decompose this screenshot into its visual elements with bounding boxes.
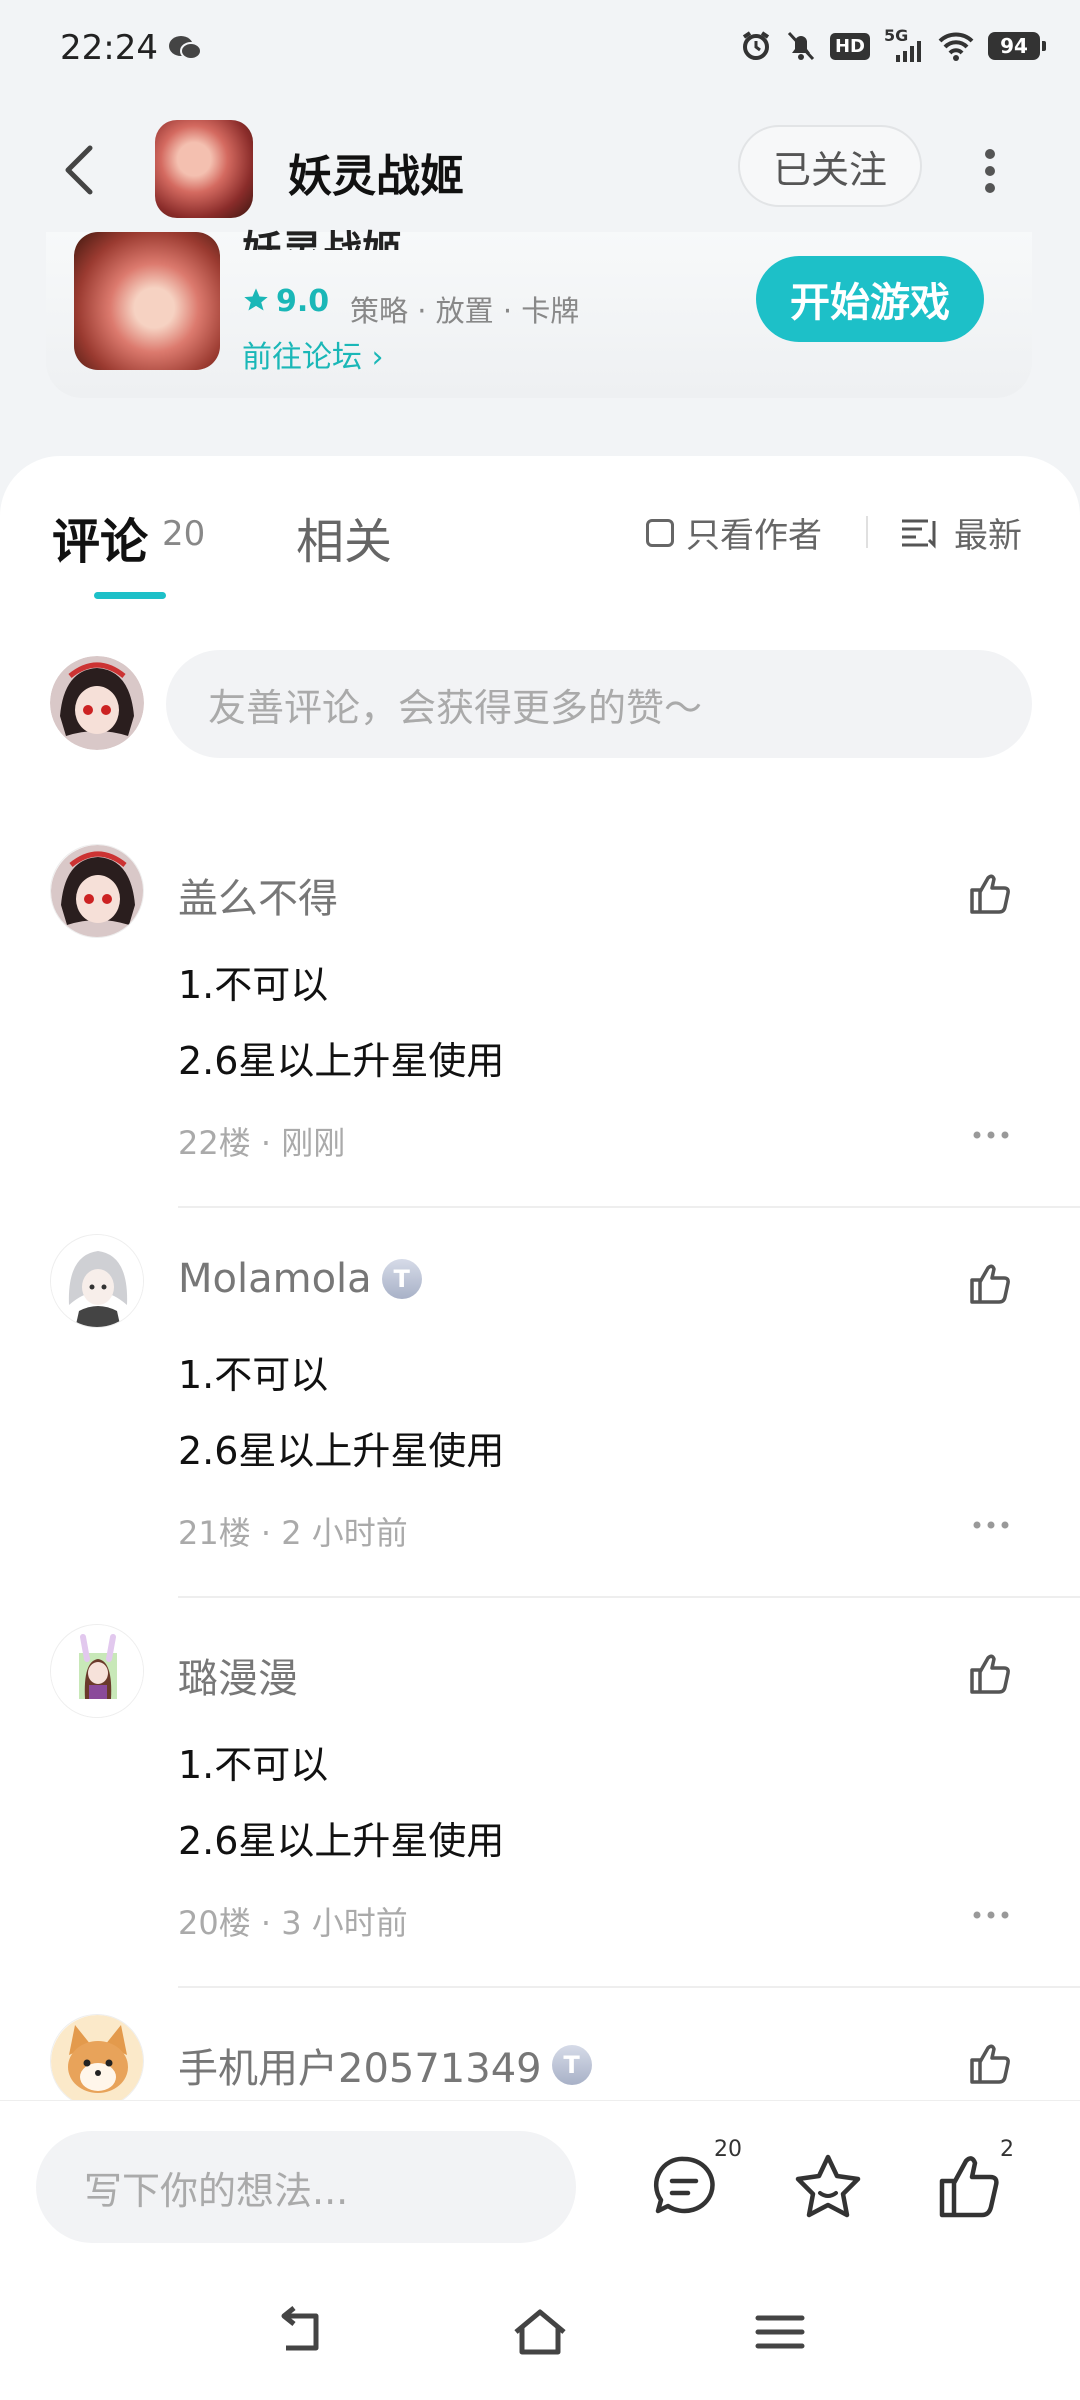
wifi-icon (938, 32, 974, 61)
comment-divider (178, 1206, 1080, 1208)
hd-icon: HD (829, 32, 870, 60)
comment-divider (178, 1986, 1080, 1988)
current-user-avatar[interactable] (50, 656, 144, 750)
comment-text-line: 2.6星以上升星使用 (178, 1819, 505, 1863)
follow-button[interactable]: 已关注 (738, 125, 922, 207)
status-icons: HD 5G 94 (740, 26, 1046, 62)
username-text: 盖么不得 (178, 876, 338, 922)
like-icon[interactable] (966, 1650, 1014, 1698)
comment-item: 璐漫漫 1.不可以 2.6星以上升星使用 20楼 · 3 小时前 (0, 1624, 1080, 2014)
sort-icon (902, 519, 936, 549)
level-badge-icon: T (551, 2045, 592, 2085)
like-icon[interactable] (966, 1260, 1014, 1308)
more-options-icon[interactable] (976, 146, 1004, 196)
wechat-icon (169, 36, 202, 60)
comment-text-line: 2.6星以上升星使用 (178, 1429, 505, 1473)
tab-related[interactable]: 相关 (296, 502, 392, 572)
star-icon (244, 288, 268, 311)
comment-divider (178, 1596, 1080, 1598)
game-tags: 策略 · 放置 · 卡牌 (350, 294, 580, 328)
author-only-checkbox[interactable] (646, 518, 674, 547)
nav-menu-icon[interactable] (752, 2306, 808, 2358)
alarm-icon (742, 31, 770, 60)
like-count-badge: 2 (1000, 2137, 1014, 2162)
like-icon[interactable] (966, 870, 1014, 918)
comment-meta: 20楼 · 3 小时前 (178, 1904, 408, 1942)
comment-username[interactable]: 手机用户20571349 T (178, 2036, 592, 2094)
game-icon[interactable] (155, 120, 253, 218)
comment-more-icon[interactable] (972, 1130, 1010, 1140)
avatar[interactable] (50, 844, 144, 938)
comment-meta: 22楼 · 刚刚 (178, 1124, 346, 1162)
sort-button[interactable]: 最新 (900, 508, 1022, 557)
nav-back-icon[interactable] (272, 2306, 328, 2358)
game-cover-icon[interactable] (74, 232, 220, 370)
comment-meta: 21楼 · 2 小时前 (178, 1514, 408, 1552)
battery-indicator: 94 (988, 32, 1046, 60)
comment-more-icon[interactable] (972, 1910, 1010, 1920)
level-badge-icon: T (381, 1259, 422, 1299)
status-bar: 22:24 HD 5G 94 (0, 0, 1080, 100)
comment-text-line: 1.不可以 (178, 963, 329, 1007)
username-text: 手机用户20571349 (178, 2046, 542, 2092)
game-card[interactable]: 妖灵战姬 9.0 策略 · 放置 · 卡牌 前往论坛 › 开始游戏 (46, 228, 1032, 398)
comment-more-icon[interactable] (972, 1520, 1010, 1530)
like-icon[interactable] (966, 2040, 1014, 2088)
signal-icon: 5G (884, 26, 924, 62)
comment-username[interactable]: Molamola T (178, 1256, 422, 1302)
tab-active-indicator (94, 592, 166, 599)
forum-link[interactable]: 前往论坛 › (242, 332, 384, 376)
comment-text-line: 1.不可以 (178, 1743, 329, 1787)
favorite-star-icon[interactable] (792, 2151, 864, 2223)
thought-input[interactable]: 写下你的想法... (36, 2131, 576, 2243)
mute-bell-icon (787, 31, 815, 61)
top-app-bar: 妖灵战姬 已关注 (0, 110, 1080, 230)
comments-panel: 评论 20 相关 只看作者 最新 友善评论，会获得更多的赞～ 盖么不得 1.不可… (0, 456, 1080, 2100)
username-text: 璐漫漫 (178, 1656, 298, 1702)
comment-count-badge: 20 (714, 2137, 742, 2162)
comment-input[interactable]: 友善评论，会获得更多的赞～ (166, 650, 1032, 758)
system-navigation-bar (0, 2260, 1080, 2400)
sort-label: 最新 (954, 516, 1022, 556)
tab-comments[interactable]: 评论 (52, 502, 148, 572)
comment-item: Molamola T 1.不可以 2.6星以上升星使用 21楼 · 2 小时前 (0, 1234, 1080, 1624)
nav-home-icon[interactable] (512, 2306, 568, 2358)
game-rating: 9.0 (276, 284, 330, 319)
comments-count: 20 (162, 514, 206, 554)
start-game-button[interactable]: 开始游戏 (756, 256, 984, 342)
avatar[interactable] (50, 2014, 144, 2100)
comment-icon[interactable] (648, 2151, 720, 2223)
comment-item: 手机用户20571349 T (0, 2014, 1080, 2100)
author-only-label: 只看作者 (686, 516, 822, 556)
comment-username[interactable]: 盖么不得 (178, 866, 338, 924)
thumbs-up-icon[interactable] (934, 2151, 1006, 2223)
comment-text-line: 1.不可以 (178, 1353, 329, 1397)
page-title: 妖灵战姬 (288, 151, 464, 202)
bottom-action-bar: 写下你的想法... 20 2 (0, 2100, 1080, 2261)
game-card-title: 妖灵战姬 (242, 218, 402, 250)
filter-divider (866, 516, 868, 548)
comment-item: 盖么不得 1.不可以 2.6星以上升星使用 22楼 · 刚刚 (0, 844, 1080, 1234)
avatar[interactable] (50, 1624, 144, 1718)
back-arrow-icon[interactable] (60, 142, 100, 198)
avatar[interactable] (50, 1234, 144, 1328)
comment-username[interactable]: 璐漫漫 (178, 1646, 298, 1704)
status-time: 22:24 (60, 28, 158, 68)
comment-text-line: 2.6星以上升星使用 (178, 1039, 505, 1083)
username-text: Molamola (178, 1256, 372, 1302)
author-only-filter[interactable]: 只看作者 (646, 508, 822, 557)
